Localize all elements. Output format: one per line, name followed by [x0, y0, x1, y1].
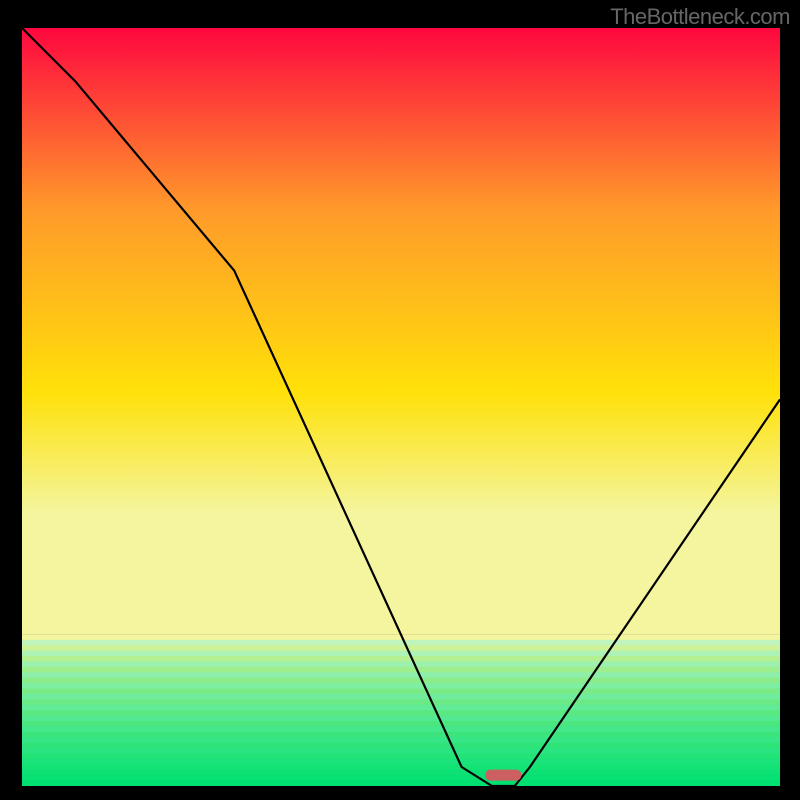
optimal-marker: [485, 770, 521, 781]
gradient-background: [22, 28, 780, 634]
attribution-label: TheBottleneck.com: [610, 4, 790, 30]
chart-frame: TheBottleneck.com: [0, 0, 800, 800]
green-stripe-band: [22, 634, 780, 786]
bottleneck-chart: [22, 28, 780, 786]
